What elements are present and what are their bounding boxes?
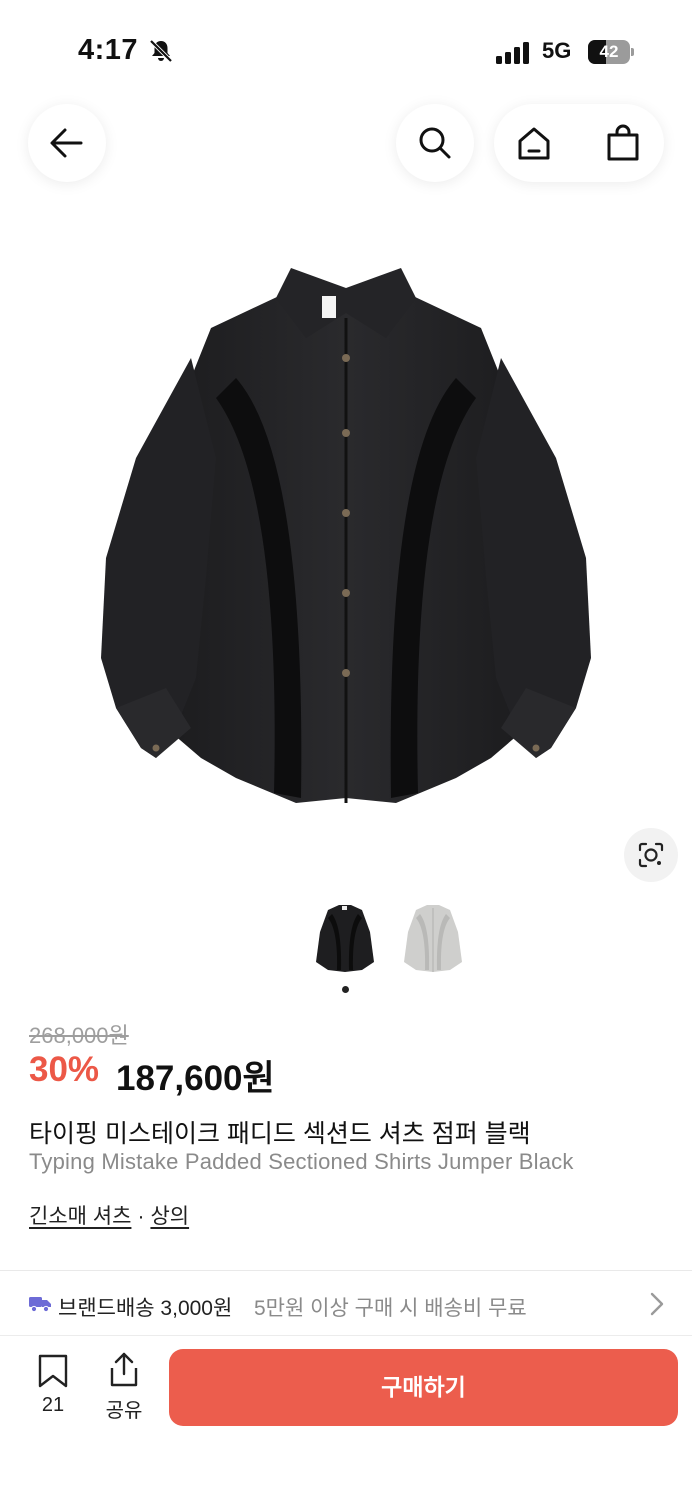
- category-breadcrumb: 긴소매 셔츠 · 상의: [29, 1200, 189, 1230]
- signal-bars-icon: [496, 42, 529, 64]
- product-title-ko: 타이핑 미스테이크 패디드 섹션드 셔츠 점퍼 블랙: [29, 1120, 531, 1148]
- search-icon: [419, 127, 451, 159]
- parent-category-link[interactable]: 상의: [150, 1205, 189, 1228]
- shipping-fee: 브랜드배송 3,000원: [58, 1297, 233, 1320]
- bottom-action-bar: 21 공유 구매하기: [0, 1335, 692, 1500]
- bell-slash-icon: [149, 39, 173, 63]
- bookmark-button[interactable]: 21: [30, 1350, 76, 1420]
- lens-scan-icon: [638, 842, 664, 868]
- bookmark-icon: [38, 1354, 68, 1388]
- shipping-info-row[interactable]: 브랜드배송 3,000원 5만원 이상 구매 시 배송비 무료: [0, 1271, 692, 1335]
- battery-level: 42: [599, 42, 619, 61]
- category-link[interactable]: 긴소매 셔츠: [29, 1205, 131, 1228]
- truck-icon: [29, 1297, 51, 1312]
- discount-rate: 30%: [29, 1050, 100, 1089]
- cart-button[interactable]: [579, 104, 664, 182]
- home-icon: [518, 127, 550, 160]
- buy-button[interactable]: 구매하기: [169, 1349, 678, 1426]
- chevron-right-icon: [650, 1292, 664, 1316]
- thumbnail-black[interactable]: [312, 902, 378, 974]
- share-button[interactable]: 공유: [100, 1350, 148, 1422]
- share-label: 공유: [105, 1400, 143, 1422]
- back-button[interactable]: [28, 104, 106, 182]
- category-separator: ·: [137, 1205, 145, 1228]
- share-icon: [110, 1352, 138, 1387]
- visual-search-button[interactable]: [624, 828, 678, 882]
- original-price: 268,000원: [29, 1023, 129, 1048]
- free-shipping-note: 5만원 이상 구매 시 배송비 무료: [254, 1297, 527, 1320]
- bookmark-count: 21: [41, 1394, 65, 1416]
- status-bar: 4:17 5G 42: [0, 0, 692, 100]
- battery-icon: 42: [588, 40, 634, 64]
- arrow-left-icon: [50, 128, 83, 158]
- product-title-en: Typing Mistake Padded Sectioned Shirts J…: [29, 1149, 574, 1174]
- sale-price: 187,600원: [116, 1059, 275, 1098]
- shopping-bag-icon: [607, 124, 639, 161]
- thumbnail-grey[interactable]: [400, 902, 466, 974]
- nav-pill-group: [494, 104, 664, 182]
- carousel-indicator: [342, 986, 349, 993]
- network-type: 5G: [542, 38, 572, 63]
- product-image[interactable]: [96, 258, 596, 836]
- search-button[interactable]: [396, 104, 474, 182]
- status-time: 4:17: [78, 34, 139, 66]
- home-button[interactable]: [494, 104, 579, 182]
